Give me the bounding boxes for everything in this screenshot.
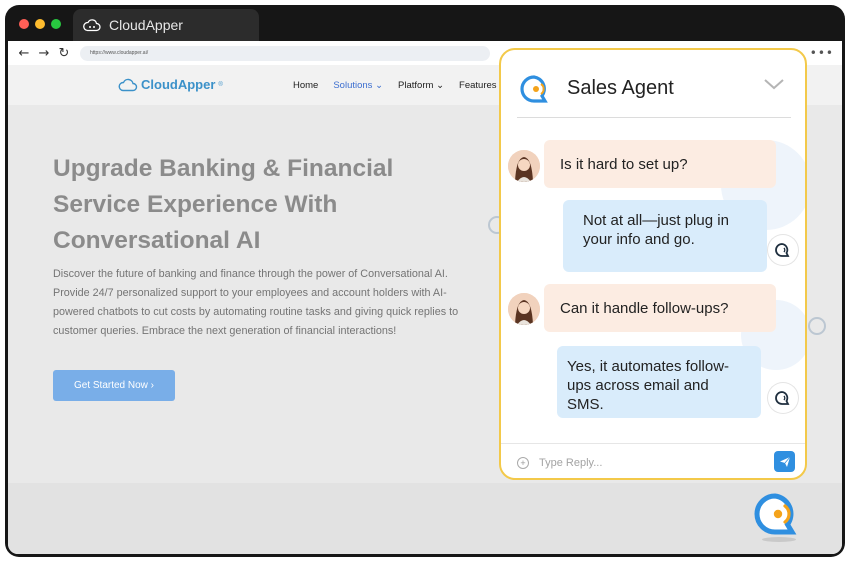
bot-avatar [768,235,798,265]
add-attachment-icon[interactable]: + [517,457,529,469]
browser-menu-icon[interactable]: ••• [810,46,834,60]
bot-avatar [768,383,798,413]
cloudapper-logo-icon [118,78,138,91]
back-arrow-icon[interactable]: ← [14,43,34,63]
send-button[interactable] [774,451,795,472]
nav-solutions[interactable]: Solutions ⌄ [333,80,383,91]
nav-solutions-label: Solutions [333,80,373,91]
header-divider [517,117,791,118]
bot-message: Yes, it automates follow-ups across emai… [557,346,761,418]
reply-input[interactable] [539,457,759,469]
sales-agent-logo-icon [520,75,548,103]
chat-composer: + [517,452,797,474]
chat-launcher-icon[interactable] [751,492,807,538]
nav-features[interactable]: Features [459,80,497,91]
bot-message: Not at all—just plug in your info and go… [563,200,767,272]
composer-divider [501,443,805,444]
bot-chat-icon [775,243,790,257]
page-lower-section [8,483,842,554]
get-started-button[interactable]: Get Started Now › [53,370,175,401]
site-logo[interactable]: CloudApper ® [118,77,223,92]
nav-platform-label: Platform [398,80,434,91]
hero-title: Upgrade Banking & Financial Service Expe… [53,155,394,254]
user-avatar [508,150,540,182]
minimize-window-dot[interactable] [35,19,45,29]
chat-title: Sales Agent [567,77,674,99]
send-icon [779,456,790,467]
user-message: Is it hard to set up? [544,140,776,188]
nav-platform[interactable]: Platform ⌄ [398,80,444,91]
site-nav: Home Solutions ⌄ Platform ⌄ Features [293,80,497,91]
chat-header: Sales Agent [501,50,805,118]
user-message: Can it handle follow-ups? [544,284,776,332]
registered-mark: ® [218,81,223,88]
maximize-window-dot[interactable] [51,19,61,29]
window-controls [19,19,61,29]
reload-icon[interactable]: ↻ [54,43,74,63]
nav-home[interactable]: Home [293,80,318,91]
chevron-down-icon: ⌄ [375,80,384,91]
chevron-down-icon[interactable] [763,78,785,90]
bot-chat-icon [775,391,790,405]
tab-title: CloudApper [109,17,183,33]
user-avatar [508,293,540,325]
address-bar[interactable]: https://www.cloudapper.ai/ [80,45,490,61]
chat-widget: Sales Agent Is it hard to set up? Not at… [499,48,807,480]
hero-description: Discover the future of banking and finan… [53,268,459,337]
forward-arrow-icon[interactable]: → [34,43,54,63]
browser-tab[interactable]: CloudApper [73,9,259,41]
close-window-dot[interactable] [19,19,29,29]
site-logo-text: CloudApper [141,77,216,92]
decorative-badge-icon [808,317,826,335]
chevron-down-icon: ⌄ [436,80,445,91]
cloudapper-tab-icon [83,19,101,32]
